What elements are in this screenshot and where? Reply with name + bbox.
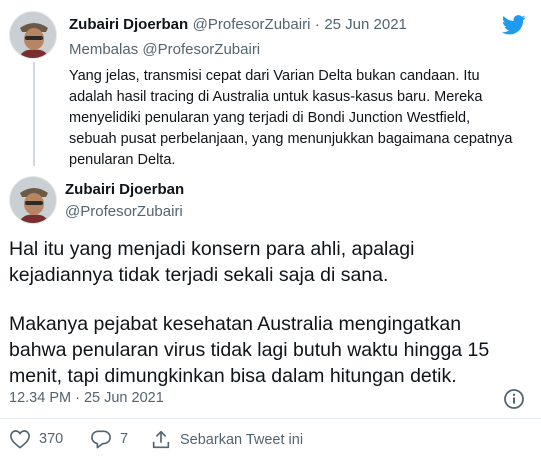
author-handle[interactable]: @ProfesorZubairi: [193, 16, 311, 33]
reply-button[interactable]: 7: [90, 429, 128, 449]
tweet-date[interactable]: 25 Jun 2021: [324, 16, 407, 33]
author-name[interactable]: Zubairi Djoerban: [69, 16, 188, 33]
tweet-paragraph-1: Hal itu yang menjadi konsern para ahli, …: [9, 238, 415, 286]
share-label: Sebarkan Tweet ini: [180, 432, 304, 448]
tweet-timestamp[interactable]: 12.34 PM · 25 Jun 2021: [9, 390, 164, 406]
tweet-paragraph-2: Makanya pejabat kesehatan Australia meng…: [9, 313, 490, 387]
avatar[interactable]: [9, 11, 57, 59]
like-button[interactable]: 370: [9, 429, 63, 449]
dot-separator: ·: [314, 16, 320, 33]
thread-line: [33, 62, 35, 166]
avatar[interactable]: [9, 176, 57, 224]
reply-icon: [91, 430, 111, 449]
author-name[interactable]: Zubairi Djoerban: [65, 181, 184, 198]
reply-tweet-text: Yang jelas, transmisi cepat dari Varian …: [69, 68, 513, 168]
info-icon[interactable]: [503, 388, 525, 415]
replying-handle[interactable]: @ProfesorZubairi: [142, 41, 260, 58]
divider: [0, 418, 541, 419]
replying-prefix: Membalas: [69, 41, 139, 58]
replying-to: Membalas @ProfesorZubairi: [69, 41, 260, 58]
share-button[interactable]: Sebarkan Tweet ini: [150, 429, 303, 451]
heart-icon: [10, 430, 30, 449]
reply-count: 7: [120, 431, 129, 447]
share-icon: [152, 430, 170, 449]
like-count: 370: [39, 431, 64, 447]
author-handle[interactable]: @ProfesorZubairi: [65, 203, 183, 220]
twitter-bird-icon[interactable]: [502, 14, 526, 41]
